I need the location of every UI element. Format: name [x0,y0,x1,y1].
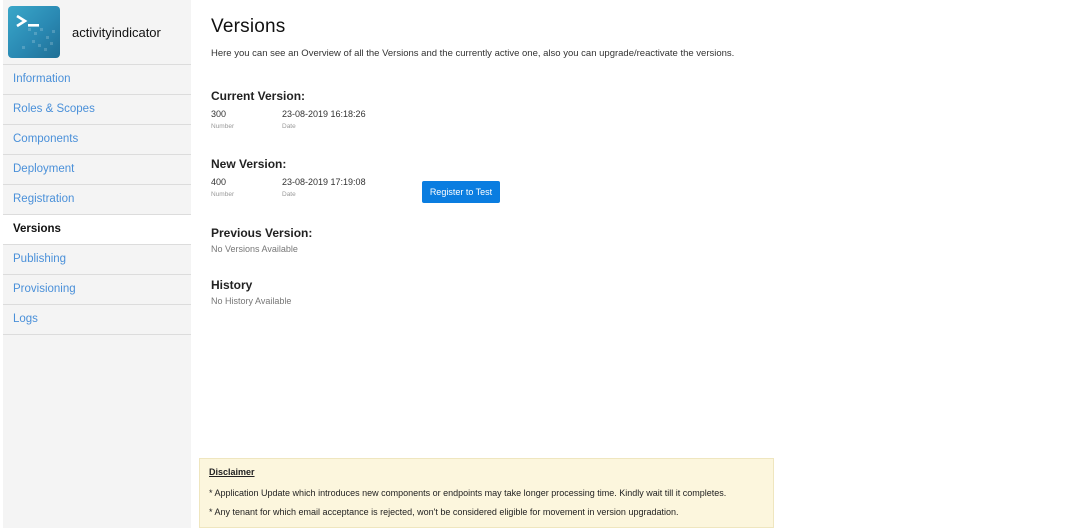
disclaimer-box: Disclaimer * Application Update which in… [199,458,774,528]
sidebar-item-publishing[interactable]: Publishing [3,245,191,275]
current-version-section: Current Version: 300 Number 23-08-2019 1… [211,89,366,130]
new-version-number-label: Number [211,191,235,198]
sidebar-item-logs[interactable]: Logs [3,305,191,335]
page-description: Here you can see an Overview of all the … [211,48,735,59]
history-section: History No History Available [211,278,291,306]
previous-version-section: Previous Version: No Versions Available [211,226,312,254]
current-version-date: 23-08-2019 16:18:26 [282,109,366,119]
current-version-date-label: Date [282,123,296,130]
app-header: activityindicator [3,0,191,65]
new-version-number: 400 [211,177,227,187]
new-version-section: New Version: 400 Number 23-08-2019 17:19… [211,157,366,198]
new-version-title: New Version: [211,157,287,171]
register-to-test-button[interactable]: Register to Test [422,181,500,203]
disclaimer-line: * Any tenant for which email acceptance … [209,507,679,517]
sidebar: activityindicator Information Roles & Sc… [3,0,191,528]
new-version-date: 23-08-2019 17:19:08 [282,177,366,187]
sidebar-item-components[interactable]: Components [3,125,191,155]
sidebar-item-deployment[interactable]: Deployment [3,155,191,185]
disclaimer-line: * Application Update which introduces ne… [209,488,727,498]
app-name: activityindicator [72,24,161,40]
history-empty: No History Available [211,296,292,306]
terminal-icon [8,6,60,58]
new-version-date-label: Date [282,191,296,198]
history-title: History [211,278,253,292]
sidebar-item-provisioning[interactable]: Provisioning [3,275,191,305]
current-version-number-label: Number [211,123,235,130]
sidebar-nav: Information Roles & Scopes Components De… [3,65,191,335]
previous-version-title: Previous Version: [211,226,313,240]
sidebar-item-information[interactable]: Information [3,65,191,95]
current-version-number: 300 [211,109,227,119]
main-content: Versions Here you can see an Overview of… [211,0,1077,306]
current-version-title: Current Version: [211,89,306,103]
previous-version-empty: No Versions Available [211,244,298,254]
sidebar-item-roles-scopes[interactable]: Roles & Scopes [3,95,191,125]
page-title: Versions [211,16,286,37]
sidebar-item-registration[interactable]: Registration [3,185,191,215]
disclaimer-title: Disclaimer [209,467,255,477]
sidebar-item-versions[interactable]: Versions [3,215,191,245]
